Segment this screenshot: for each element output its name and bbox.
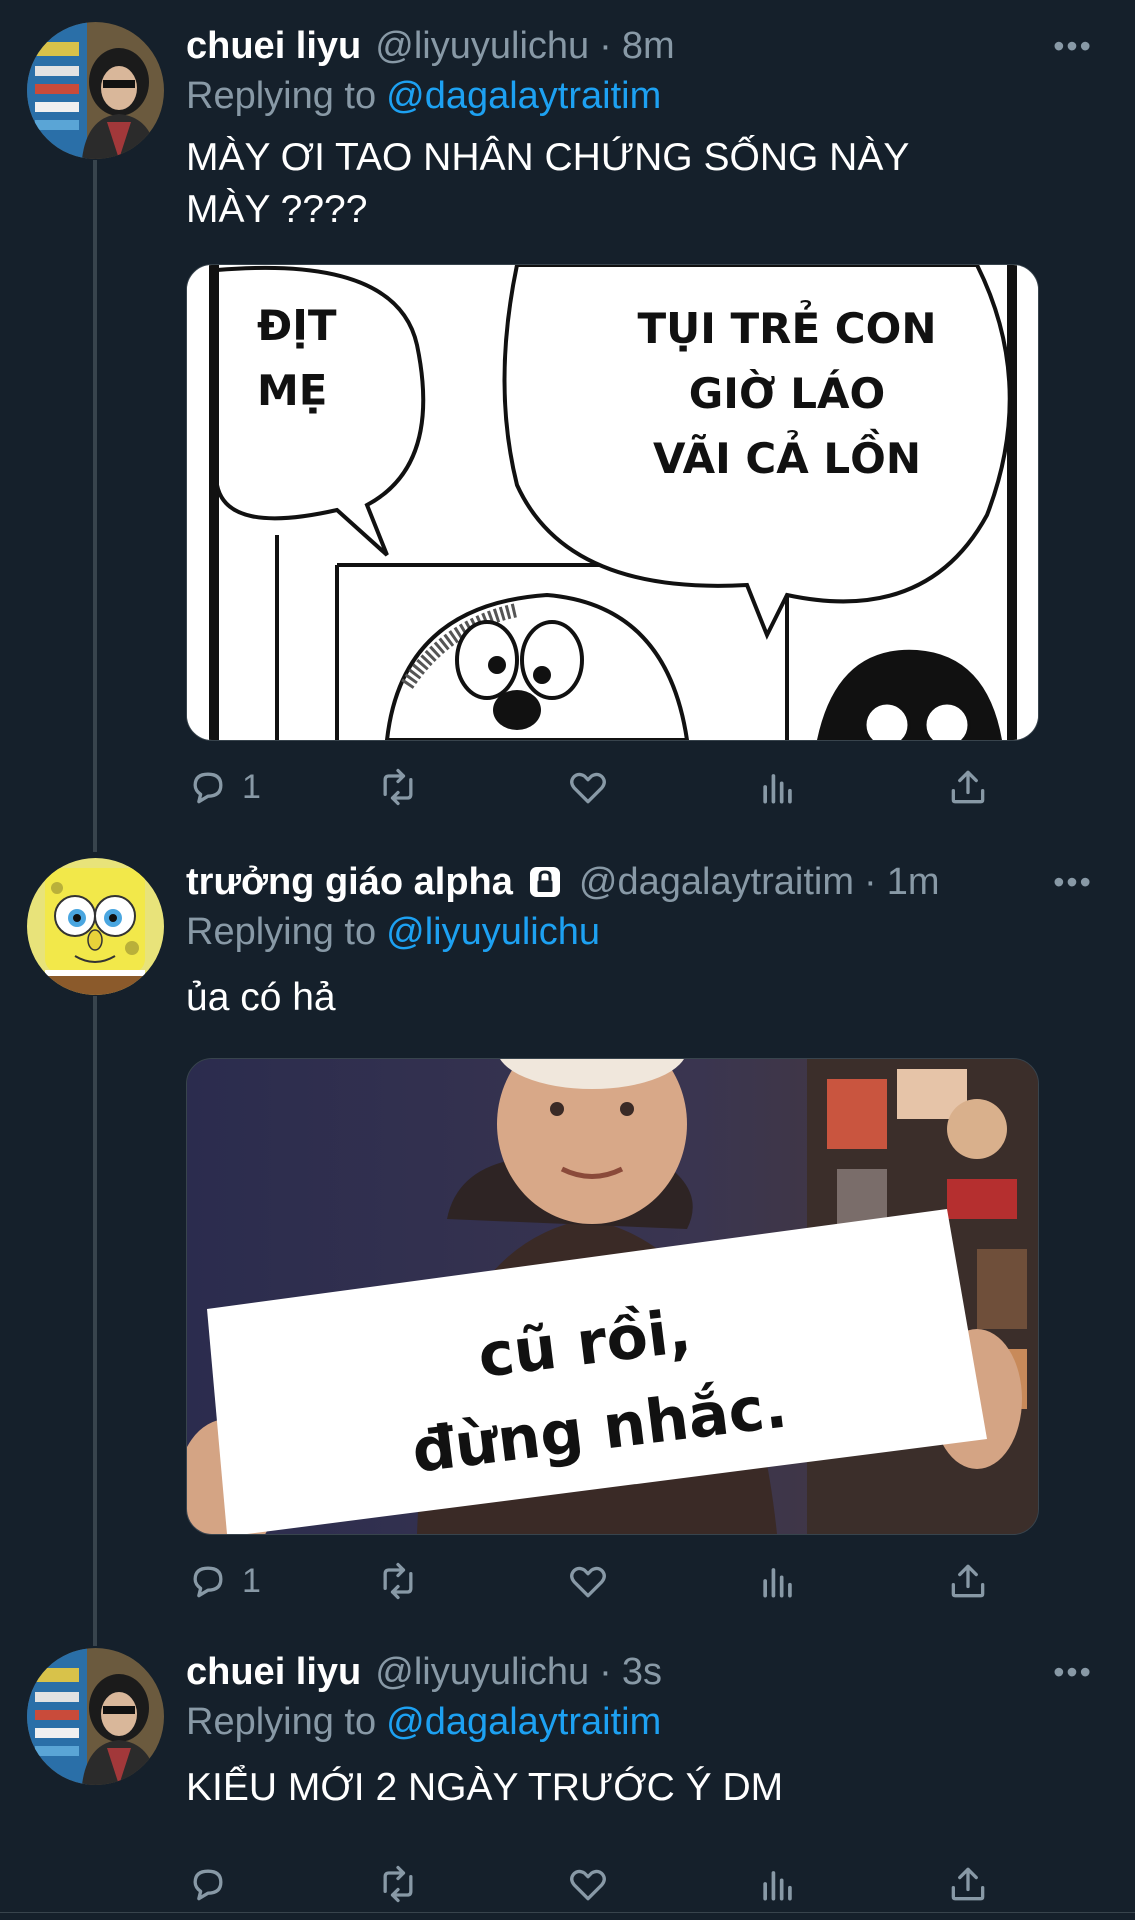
reply-button[interactable]: 1 (186, 1551, 261, 1611)
share-button[interactable] (946, 1551, 990, 1611)
tweet-actions: 1 (186, 757, 1037, 817)
reply-bubble-icon (193, 1869, 223, 1901)
analytics-button[interactable] (756, 1854, 800, 1914)
analytics-bars-icon (763, 774, 792, 804)
tweet-media-image[interactable]: cũ rồi, đừng nhắc. (186, 1058, 1039, 1535)
separator-dot: · (599, 1651, 612, 1693)
separator-dot: · (599, 25, 612, 67)
tweet-actions (186, 1854, 1037, 1914)
heart-icon (570, 1566, 606, 1598)
display-name[interactable]: chuei liyu (186, 22, 361, 70)
reply-bubble-icon (193, 772, 223, 804)
separator-dot: · (864, 861, 877, 903)
share-upload-icon (951, 1564, 985, 1598)
tweet-text-line: MÀY ƠI TAO NHÂN CHỨNG SỐNG NÀY (186, 136, 910, 179)
tweet-text: KIỂU MỚI 2 NGÀY TRƯỚC Ý DM (186, 1762, 1105, 1814)
share-button[interactable] (946, 1854, 990, 1914)
like-button[interactable] (566, 1551, 610, 1611)
retweet-button[interactable] (376, 757, 420, 817)
tweet-text: MÀY ƠI TAO NHÂN CHỨNG SỐNG NÀY MÀY ???? (186, 132, 1105, 236)
tweet-3[interactable]: chuei liyu @liyuyulichu · 3s ••• Replyin… (0, 1648, 1135, 1910)
avatar-truong-giao-alpha[interactable] (27, 858, 164, 995)
tweet-text-line: MÀY ???? (186, 188, 368, 231)
retweet-icon (383, 1865, 413, 1903)
replying-to: Replying to @liyuyulichu (186, 906, 1105, 958)
tweet-media-image[interactable]: ĐỊT MẸ TỤI TRẺ CON GIỜ LÁO VÃI CẢ LỒN (186, 264, 1039, 741)
more-horizontal-icon: ••• (1053, 1653, 1093, 1690)
analytics-button[interactable] (756, 1551, 800, 1611)
more-horizontal-icon: ••• (1053, 27, 1093, 64)
heart-icon (570, 1869, 606, 1901)
replying-to-label: Replying to (186, 1701, 377, 1743)
replying-to-label: Replying to (186, 911, 377, 953)
display-name[interactable]: trưởng giáo alpha (186, 858, 513, 906)
avatar-chuei-liyu[interactable] (27, 22, 164, 159)
replying-to: Replying to @dagalaytraitim (186, 1696, 1105, 1748)
display-name[interactable]: chuei liyu (186, 1648, 361, 1696)
mention-link[interactable]: @liyuyulichu (386, 911, 600, 953)
tweet-text-line: KIỂU MỚI 2 NGÀY TRƯỚC Ý DM (186, 1766, 784, 1809)
tweet-text-line: ủa có hả (186, 976, 336, 1019)
mention-link[interactable]: @dagalaytraitim (386, 75, 661, 117)
share-upload-icon (951, 1867, 985, 1901)
replying-to-label: Replying to (186, 75, 377, 117)
reply-bubble-icon (193, 1566, 223, 1598)
user-handle[interactable]: @liyuyulichu (375, 1648, 589, 1696)
tweet-2[interactable]: trưởng giáo alpha @dagalaytraitim · 1m •… (0, 858, 1135, 1648)
more-options-button[interactable]: ••• (1041, 22, 1105, 70)
retweet-button[interactable] (376, 1854, 420, 1914)
retweet-button[interactable] (376, 1551, 420, 1611)
timestamp[interactable]: 1m (887, 858, 940, 906)
user-handle[interactable]: @dagalaytraitim (579, 858, 854, 906)
more-options-button[interactable]: ••• (1041, 1648, 1105, 1696)
like-button[interactable] (566, 757, 610, 817)
share-upload-icon (951, 770, 985, 804)
comic-bubble-text: ĐỊT (257, 301, 337, 350)
timestamp[interactable]: 3s (622, 1648, 662, 1696)
tweet-1[interactable]: chuei liyu @liyuyulichu · 8m ••• Replyin… (0, 22, 1135, 822)
bottom-divider (0, 1912, 1135, 1913)
tweet-text: ủa có hả (186, 972, 1105, 1024)
comic-bubble-text: MẸ (257, 366, 328, 415)
reply-button[interactable] (186, 1854, 230, 1914)
tweet-actions: 1 (186, 1551, 1037, 1611)
heart-icon (570, 772, 606, 804)
mention-link[interactable]: @dagalaytraitim (386, 1701, 661, 1743)
avatar-chuei-liyu[interactable] (27, 1648, 164, 1785)
more-horizontal-icon: ••• (1053, 863, 1093, 900)
replying-to: Replying to @dagalaytraitim (186, 70, 1105, 122)
comic-bubble-text: VÃI CẢ LỒN (653, 428, 921, 483)
reply-button[interactable]: 1 (186, 757, 261, 817)
retweet-icon (383, 768, 413, 806)
more-options-button[interactable]: ••• (1041, 858, 1105, 906)
reply-count: 1 (242, 767, 261, 806)
like-button[interactable] (566, 1854, 610, 1914)
reply-count: 1 (242, 1561, 261, 1600)
lock-icon (529, 867, 560, 897)
analytics-bars-icon (763, 1871, 792, 1901)
share-button[interactable] (946, 757, 990, 817)
comic-bubble-text: TỤI TRẺ CON (638, 299, 937, 353)
retweet-icon (383, 1562, 413, 1600)
user-handle[interactable]: @liyuyulichu (375, 22, 589, 70)
timestamp[interactable]: 8m (622, 22, 675, 70)
analytics-button[interactable] (756, 757, 800, 817)
comic-bubble-text: GIỜ LÁO (689, 368, 885, 418)
analytics-bars-icon (763, 1568, 792, 1598)
